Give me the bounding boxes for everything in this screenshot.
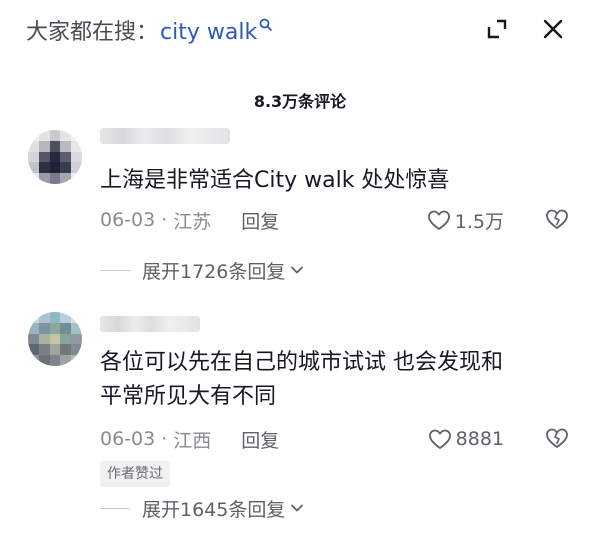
comment-meta: 06-03 · 江苏 回复: [100, 206, 279, 234]
username-blurred[interactable]: [100, 316, 200, 332]
broken-heart-icon[interactable]: [544, 425, 570, 451]
header-actions: [484, 16, 566, 42]
comment-text: 各位可以先在自己的城市试试 也会发现和 平常所见大有不同: [100, 346, 570, 414]
comment-date: 06-03: [100, 209, 156, 231]
trending-search-prefix: 大家都在搜：: [26, 20, 159, 45]
heart-icon: [427, 209, 451, 231]
comment-text: 上海是非常适合City walk 处处惊喜: [100, 168, 450, 193]
comment-count: 8.3万条评论: [253, 92, 347, 111]
trending-search-keyword[interactable]: city walk: [160, 16, 257, 50]
avatar[interactable]: [28, 130, 82, 184]
meta-separator: ·: [161, 209, 168, 231]
like-button[interactable]: 8881: [428, 425, 504, 453]
avatar[interactable]: [28, 312, 82, 366]
expand-replies-label: 展开1645条回复: [142, 498, 286, 521]
expand-replies-button[interactable]: 展开1726条回复: [100, 256, 305, 284]
chevron-down-icon: [289, 262, 305, 278]
comment-date: 06-03: [100, 428, 156, 450]
expand-replies-button[interactable]: 展开1645条回复: [100, 494, 305, 522]
comment-location: 江西: [173, 429, 212, 452]
author-liked-badge: 作者赞过: [100, 461, 170, 487]
reply-button[interactable]: 回复: [241, 426, 279, 453]
comments-panel: 大家都在搜： city walk 8.3万条评论 上海是非常适合City wal…: [0, 0, 600, 535]
like-count: 1.5万: [454, 210, 504, 233]
heart-icon: [428, 428, 452, 450]
meta-separator: ·: [161, 428, 168, 450]
comment-text-line: 平常所见大有不同: [100, 384, 277, 409]
like-button[interactable]: 1.5万: [427, 206, 504, 234]
username-blurred[interactable]: [100, 128, 230, 144]
chevron-down-icon: [289, 500, 305, 516]
trending-search-hint[interactable]: 大家都在搜： city walk: [26, 16, 273, 50]
expand-replies-label: 展开1726条回复: [142, 260, 286, 283]
comment-text-line: 各位可以先在自己的城市试试 也会发现和: [100, 350, 503, 375]
expand-divider: [100, 507, 130, 509]
comment-location: 江苏: [173, 210, 212, 233]
comment-meta: 06-03 · 江西 回复: [100, 425, 279, 453]
like-count: 8881: [455, 428, 504, 450]
reply-button[interactable]: 回复: [241, 207, 279, 234]
search-icon[interactable]: [259, 18, 273, 48]
close-icon[interactable]: [540, 16, 566, 42]
broken-heart-icon[interactable]: [544, 206, 570, 232]
expand-divider: [100, 269, 130, 271]
expand-icon[interactable]: [484, 16, 510, 42]
